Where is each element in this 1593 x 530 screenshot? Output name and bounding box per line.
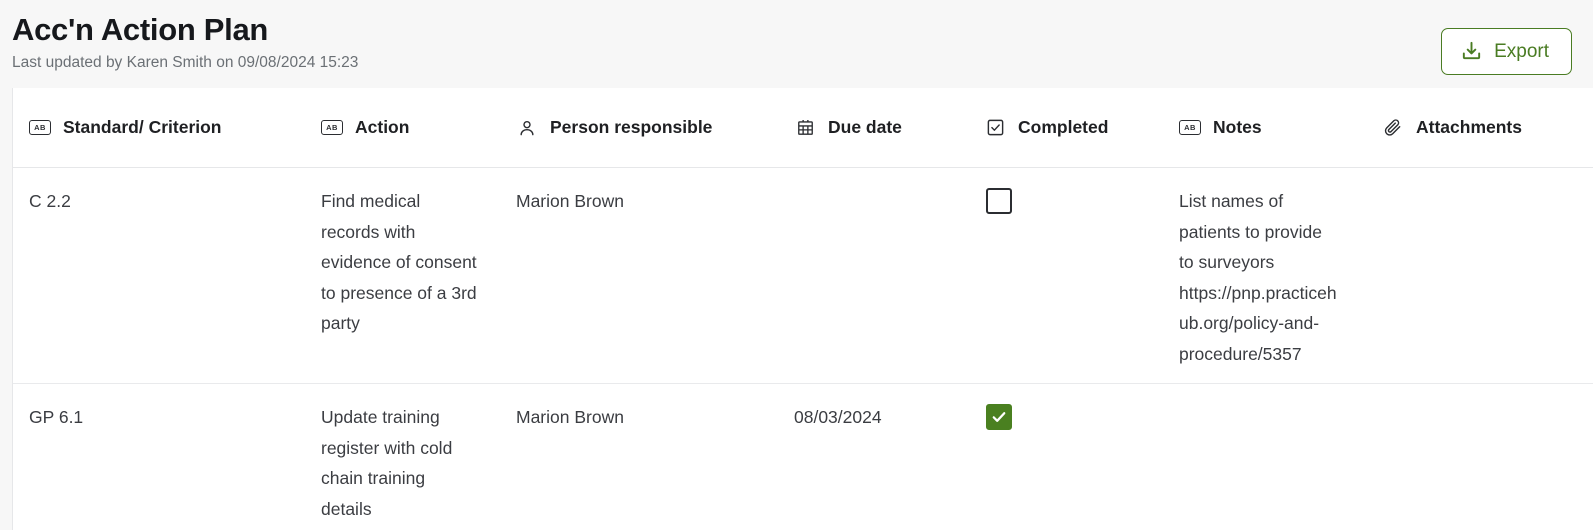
cell-notes[interactable] [1163,402,1366,524]
export-button-label: Export [1494,41,1549,63]
column-header-notes[interactable]: AB Notes [1163,117,1366,139]
checkbox-unchecked-icon[interactable] [986,188,1012,214]
text-ab-icon: AB [321,117,343,139]
cell-standard[interactable]: GP 6.1 [13,402,305,524]
action-plan-page: Acc'n Action Plan Last updated by Karen … [0,0,1593,530]
download-icon [1460,40,1483,63]
cell-due-date[interactable] [778,186,968,369]
cell-attachments[interactable] [1366,186,1593,369]
column-header-label: Completed [1018,117,1108,138]
text-ab-icon: AB [1179,117,1201,139]
cell-completed[interactable] [968,186,1163,369]
column-header-person[interactable]: Person responsible [500,117,778,139]
table-row[interactable]: GP 6.1 Update training register with col… [13,384,1593,530]
cell-standard[interactable]: C 2.2 [13,186,305,369]
text-ab-icon: AB [29,117,51,139]
column-header-label: Person responsible [550,117,712,138]
cell-due-date[interactable]: 08/03/2024 [778,402,968,524]
cell-notes[interactable]: List names of patients to provide to sur… [1163,186,1366,369]
cell-action[interactable]: Update training register with cold chain… [305,402,500,524]
column-header-action[interactable]: AB Action [305,117,500,139]
cell-person[interactable]: Marion Brown [500,402,778,524]
column-header-label: Notes [1213,117,1262,138]
column-header-label: Due date [828,117,902,138]
cell-completed[interactable] [968,402,1163,524]
last-updated-text: Last updated by Karen Smith on 09/08/202… [12,49,1569,73]
cell-attachments[interactable] [1366,402,1593,524]
table-row[interactable]: C 2.2 Find medical records with evidence… [13,168,1593,384]
column-header-due-date[interactable]: Due date [778,117,968,139]
table-header-row: AB Standard/ Criterion AB Action Person … [13,88,1593,168]
column-header-completed[interactable]: Completed [968,117,1163,139]
page-title: Acc'n Action Plan [12,6,1569,49]
page-header: Acc'n Action Plan Last updated by Karen … [0,0,1593,88]
column-header-attachments[interactable]: Attachments [1366,117,1593,139]
column-header-standard[interactable]: AB Standard/ Criterion [13,117,305,139]
cell-person[interactable]: Marion Brown [500,186,778,369]
calendar-icon [794,117,816,139]
column-header-label: Attachments [1416,117,1522,138]
action-plan-table: AB Standard/ Criterion AB Action Person … [12,88,1593,530]
paperclip-icon [1382,117,1404,139]
checkbox-checked-icon[interactable] [986,404,1012,430]
column-header-label: Action [355,117,409,138]
column-header-label: Standard/ Criterion [63,117,222,138]
person-icon [516,117,538,139]
export-button[interactable]: Export [1441,28,1572,75]
cell-action[interactable]: Find medical records with evidence of co… [305,186,500,369]
checkbox-icon [984,117,1006,139]
